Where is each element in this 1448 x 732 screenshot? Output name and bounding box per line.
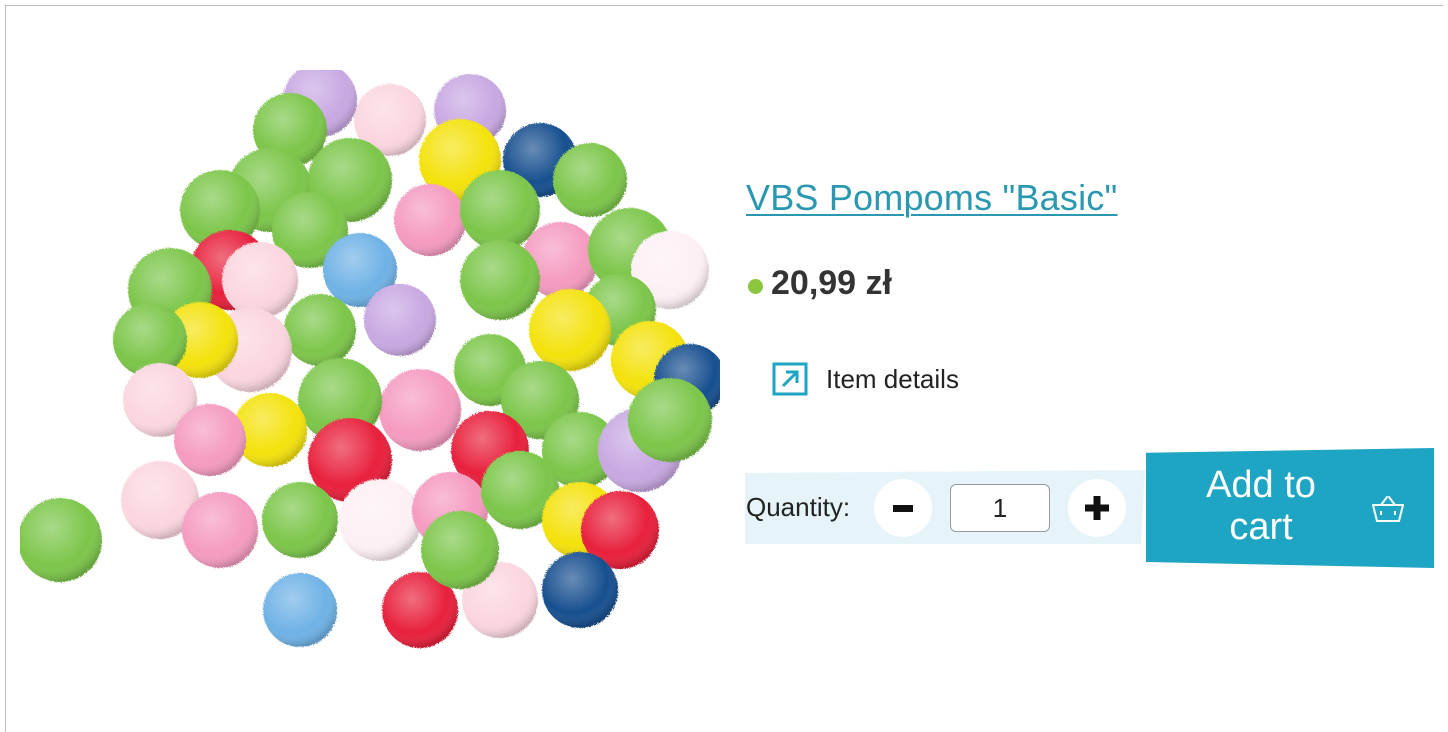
add-to-cart-button[interactable]: Add to cart xyxy=(1146,448,1434,568)
add-to-cart-label-line1: Add to xyxy=(1206,464,1316,506)
external-link-icon xyxy=(772,362,808,396)
minus-icon xyxy=(893,505,913,512)
add-to-cart-label-line2: cart xyxy=(1229,506,1293,548)
price-row: 20,99 zł xyxy=(748,264,892,303)
product-title-link[interactable]: VBS Pompoms "Basic" xyxy=(746,177,1117,219)
product-price: 20,99 zł xyxy=(771,264,892,302)
quantity-decrease-button[interactable] xyxy=(874,479,932,537)
quantity-increase-button[interactable] xyxy=(1068,479,1126,537)
availability-dot xyxy=(748,279,763,294)
add-to-cart-label: Add to cart xyxy=(1186,464,1336,548)
item-details-link[interactable]: Item details xyxy=(772,362,959,396)
product-image[interactable] xyxy=(20,70,720,670)
item-details-label: Item details xyxy=(826,363,959,394)
quantity-input[interactable] xyxy=(950,484,1050,532)
basket-icon xyxy=(1372,496,1404,522)
quantity-label: Quantity: xyxy=(746,492,851,522)
plus-icon xyxy=(1085,496,1109,520)
